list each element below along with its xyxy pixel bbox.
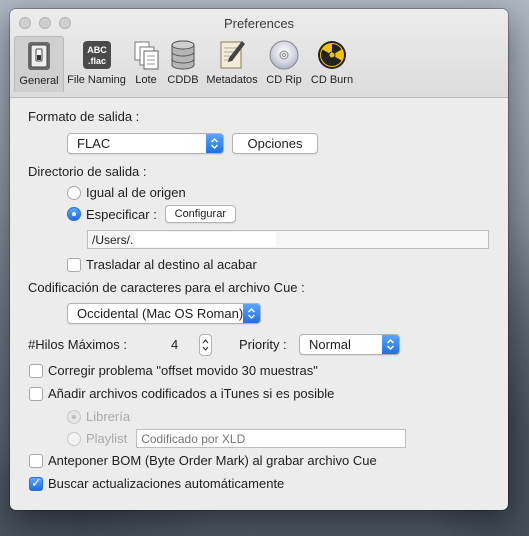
cue-encoding-select[interactable]: Occidental (Mac OS Roman) [67, 303, 261, 324]
cd-disc-icon [267, 38, 301, 72]
output-path-field[interactable]: /Users/. [87, 230, 489, 249]
check-updates-option[interactable]: Buscar actualizaciones automáticamente [29, 475, 285, 491]
batch-documents-icon [129, 38, 163, 72]
output-path-value: /Users/. [92, 232, 134, 247]
playlist-radio [67, 431, 81, 446]
fix-offset-checkbox[interactable] [29, 363, 43, 378]
window-title: Preferences [223, 16, 295, 31]
bom-option[interactable]: Anteponer BOM (Byte Order Mark) al graba… [29, 453, 377, 468]
output-format-value: FLAC [77, 136, 111, 151]
tab-cddb-label: CDDB [167, 74, 199, 86]
output-format-label: Formato de salida : [28, 109, 140, 124]
database-icon [166, 38, 200, 72]
priority-select[interactable]: Normal [299, 334, 400, 355]
chevron-updown-icon [382, 335, 399, 354]
bom-label: Anteponer BOM (Byte Order Mark) al graba… [48, 453, 377, 468]
move-to-destination-option[interactable]: Trasladar al destino al acabar [67, 257, 257, 272]
library-label: Librería [86, 409, 131, 424]
tab-file-naming-label: File Naming [67, 74, 126, 86]
tab-general[interactable]: General [14, 36, 64, 92]
chevron-updown-icon [243, 304, 260, 323]
specify-radio[interactable] [67, 207, 81, 221]
options-button[interactable]: Opciones [232, 133, 318, 154]
playlist-label: Playlist [86, 431, 128, 446]
svg-text:ABC: ABC [87, 45, 107, 55]
configure-button[interactable]: Configurar [164, 205, 236, 223]
bom-checkbox[interactable] [29, 453, 43, 468]
cue-encoding-value: Occidental (Mac OS Roman) [77, 306, 244, 321]
tab-lote-label: Lote [135, 74, 157, 86]
library-option: Librería [67, 409, 130, 424]
output-format-select[interactable]: FLAC [67, 133, 224, 154]
specify-option[interactable]: Especificar : Configurar [67, 205, 236, 223]
cue-encoding-label: Codificación de caracteres para el archi… [28, 280, 305, 295]
tab-cd-burn[interactable]: CD Burn [307, 36, 357, 92]
output-dir-label: Directorio de salida : [28, 164, 147, 179]
tab-cd-rip-label: CD Rip [266, 74, 302, 86]
specify-label: Especificar : [86, 206, 157, 222]
file-naming-icon: ABC .flac [80, 38, 114, 72]
priority-value: Normal [309, 337, 351, 352]
playlist-option: Playlist [67, 429, 407, 448]
check-updates-checkbox[interactable] [29, 475, 43, 491]
check-updates-label: Buscar actualizaciones automáticamente [48, 476, 285, 491]
same-as-source-option[interactable]: Igual al de origen [67, 185, 186, 200]
redacted-path-block [134, 232, 276, 247]
same-as-source-radio[interactable] [67, 185, 81, 200]
fix-offset-option[interactable]: Corregir problema "offset movido 30 mues… [29, 363, 318, 378]
general-pane: Formato de salida : FLAC Opciones Direct… [10, 98, 508, 510]
title-bar: Preferences General ABC .flac File Namin… [10, 9, 508, 98]
library-radio [67, 409, 81, 424]
move-to-destination-checkbox[interactable] [67, 257, 81, 272]
tab-file-naming[interactable]: ABC .flac File Naming [65, 36, 128, 92]
tab-lote[interactable]: Lote [129, 36, 163, 92]
tab-cddb[interactable]: CDDB [164, 36, 202, 92]
tab-cd-burn-label: CD Burn [310, 74, 354, 86]
priority-label: Priority : [239, 337, 287, 352]
add-itunes-label: Añadir archivos codificados a iTunes si … [48, 386, 335, 401]
tab-cd-rip[interactable]: CD Rip [262, 36, 306, 92]
fix-offset-label: Corregir problema "offset movido 30 mues… [48, 363, 318, 378]
add-itunes-checkbox[interactable] [29, 386, 43, 401]
max-threads-stepper[interactable] [199, 334, 212, 356]
max-threads-value: 4 [171, 337, 179, 352]
tab-metadatos[interactable]: Metadatos [203, 36, 261, 92]
max-threads-label: #Hilos Máximos : [28, 337, 127, 352]
move-to-destination-label: Trasladar al destino al acabar [86, 257, 257, 272]
svg-text:.flac: .flac [87, 56, 105, 66]
general-switch-icon [22, 39, 56, 73]
same-as-source-label: Igual al de origen [86, 185, 186, 200]
preferences-window: Preferences General ABC .flac File Namin… [10, 9, 508, 510]
preferences-toolbar: General ABC .flac File Naming Lote CDDB … [14, 36, 358, 92]
chevron-updown-icon [206, 134, 223, 153]
tab-metadatos-label: Metadatos [206, 74, 258, 86]
tab-general-label: General [19, 75, 59, 87]
add-itunes-option[interactable]: Añadir archivos codificados a iTunes si … [29, 386, 334, 401]
metadata-edit-icon [215, 38, 249, 72]
playlist-name-input [136, 429, 407, 448]
cd-burn-icon [315, 38, 349, 72]
